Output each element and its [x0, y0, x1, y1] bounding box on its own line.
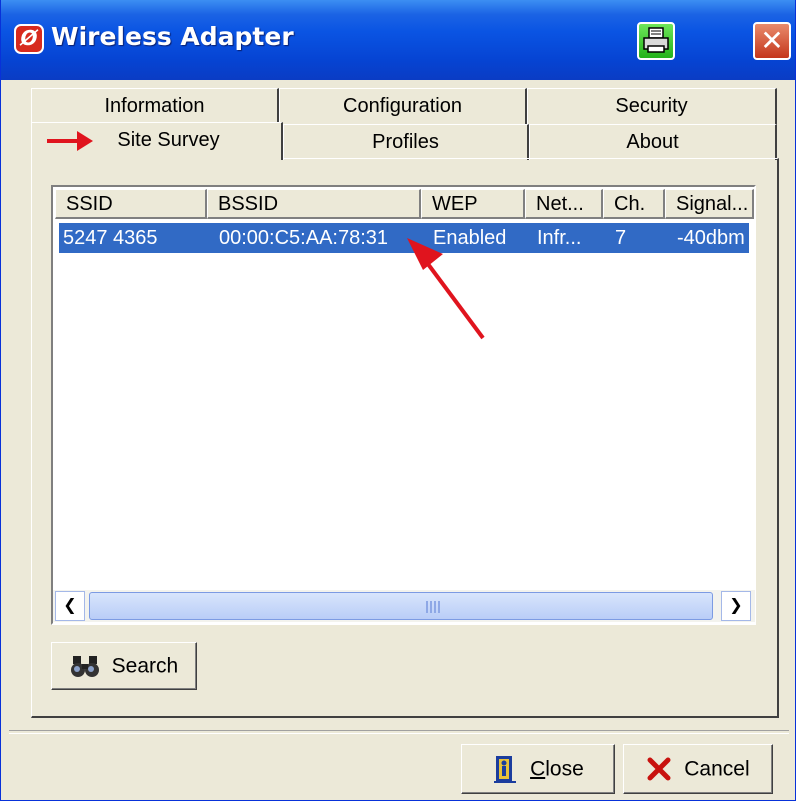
wireless-adapter-window: Ø Wireless Adapter ✕ Information Configu…	[0, 0, 796, 801]
title-bar[interactable]: Ø Wireless Adapter ✕	[1, 0, 795, 80]
cell-channel: 7	[615, 227, 627, 249]
printer-icon	[643, 27, 669, 53]
tab-security[interactable]: Security	[527, 88, 777, 124]
search-button[interactable]: Search	[51, 642, 197, 690]
tab-about[interactable]: About	[529, 124, 777, 160]
arrow-pointer-icon	[407, 238, 485, 340]
door-exit-icon	[494, 756, 517, 784]
grip-icon	[426, 601, 440, 613]
window-close-button[interactable]: ✕	[753, 22, 791, 60]
tab-information[interactable]: Information	[31, 88, 279, 124]
tab-about-label: About	[626, 131, 679, 153]
divider	[9, 730, 789, 734]
chevron-right-icon: ❯	[729, 597, 743, 614]
close-label-rest: lose	[545, 757, 584, 781]
cell-bssid: 00:00:C5:AA:78:31	[219, 227, 389, 249]
tab-information-label: Information	[104, 95, 205, 117]
search-button-label: Search	[111, 654, 179, 678]
cancel-button[interactable]: Cancel	[623, 744, 773, 794]
close-mnemonic: C	[530, 757, 546, 781]
tab-profiles[interactable]: Profiles	[283, 124, 529, 160]
window-title: Wireless Adapter	[51, 22, 294, 51]
printer-button[interactable]	[637, 22, 675, 60]
close-button[interactable]: Close	[461, 744, 615, 794]
tab-configuration[interactable]: Configuration	[279, 88, 527, 124]
column-header-network[interactable]: Net...	[525, 189, 603, 219]
close-button-label: Close	[530, 757, 584, 780]
column-header-ssid[interactable]: SSID	[55, 189, 207, 219]
tab-profiles-label: Profiles	[372, 131, 439, 153]
app-logo-icon[interactable]: Ø	[14, 24, 44, 54]
close-icon: ✕	[760, 24, 784, 57]
tab-security-label: Security	[615, 95, 688, 117]
column-header-wep[interactable]: WEP	[421, 189, 525, 219]
column-header-signal[interactable]: Signal...	[665, 189, 754, 219]
cell-signal: -40dbm	[677, 227, 745, 249]
cell-ssid: 5247 4365	[63, 227, 158, 249]
red-x-icon	[647, 757, 671, 781]
arrow-pointer-icon	[47, 131, 93, 151]
horizontal-scrollbar[interactable]: ❮ ❯	[53, 590, 755, 622]
column-header-channel[interactable]: Ch.	[603, 189, 665, 219]
cancel-button-label: Cancel	[684, 757, 750, 781]
tab-configuration-label: Configuration	[343, 95, 462, 117]
cell-network: Infr...	[537, 227, 582, 249]
column-header-bssid[interactable]: BSSID	[207, 189, 421, 219]
tab-site-survey-label: Site Survey	[117, 129, 220, 151]
chevron-left-icon: ❮	[63, 597, 77, 614]
binoculars-icon	[70, 656, 99, 678]
scroll-left-button[interactable]: ❮	[55, 591, 85, 621]
scroll-thumb[interactable]	[89, 592, 713, 620]
scroll-right-button[interactable]: ❯	[721, 591, 751, 621]
